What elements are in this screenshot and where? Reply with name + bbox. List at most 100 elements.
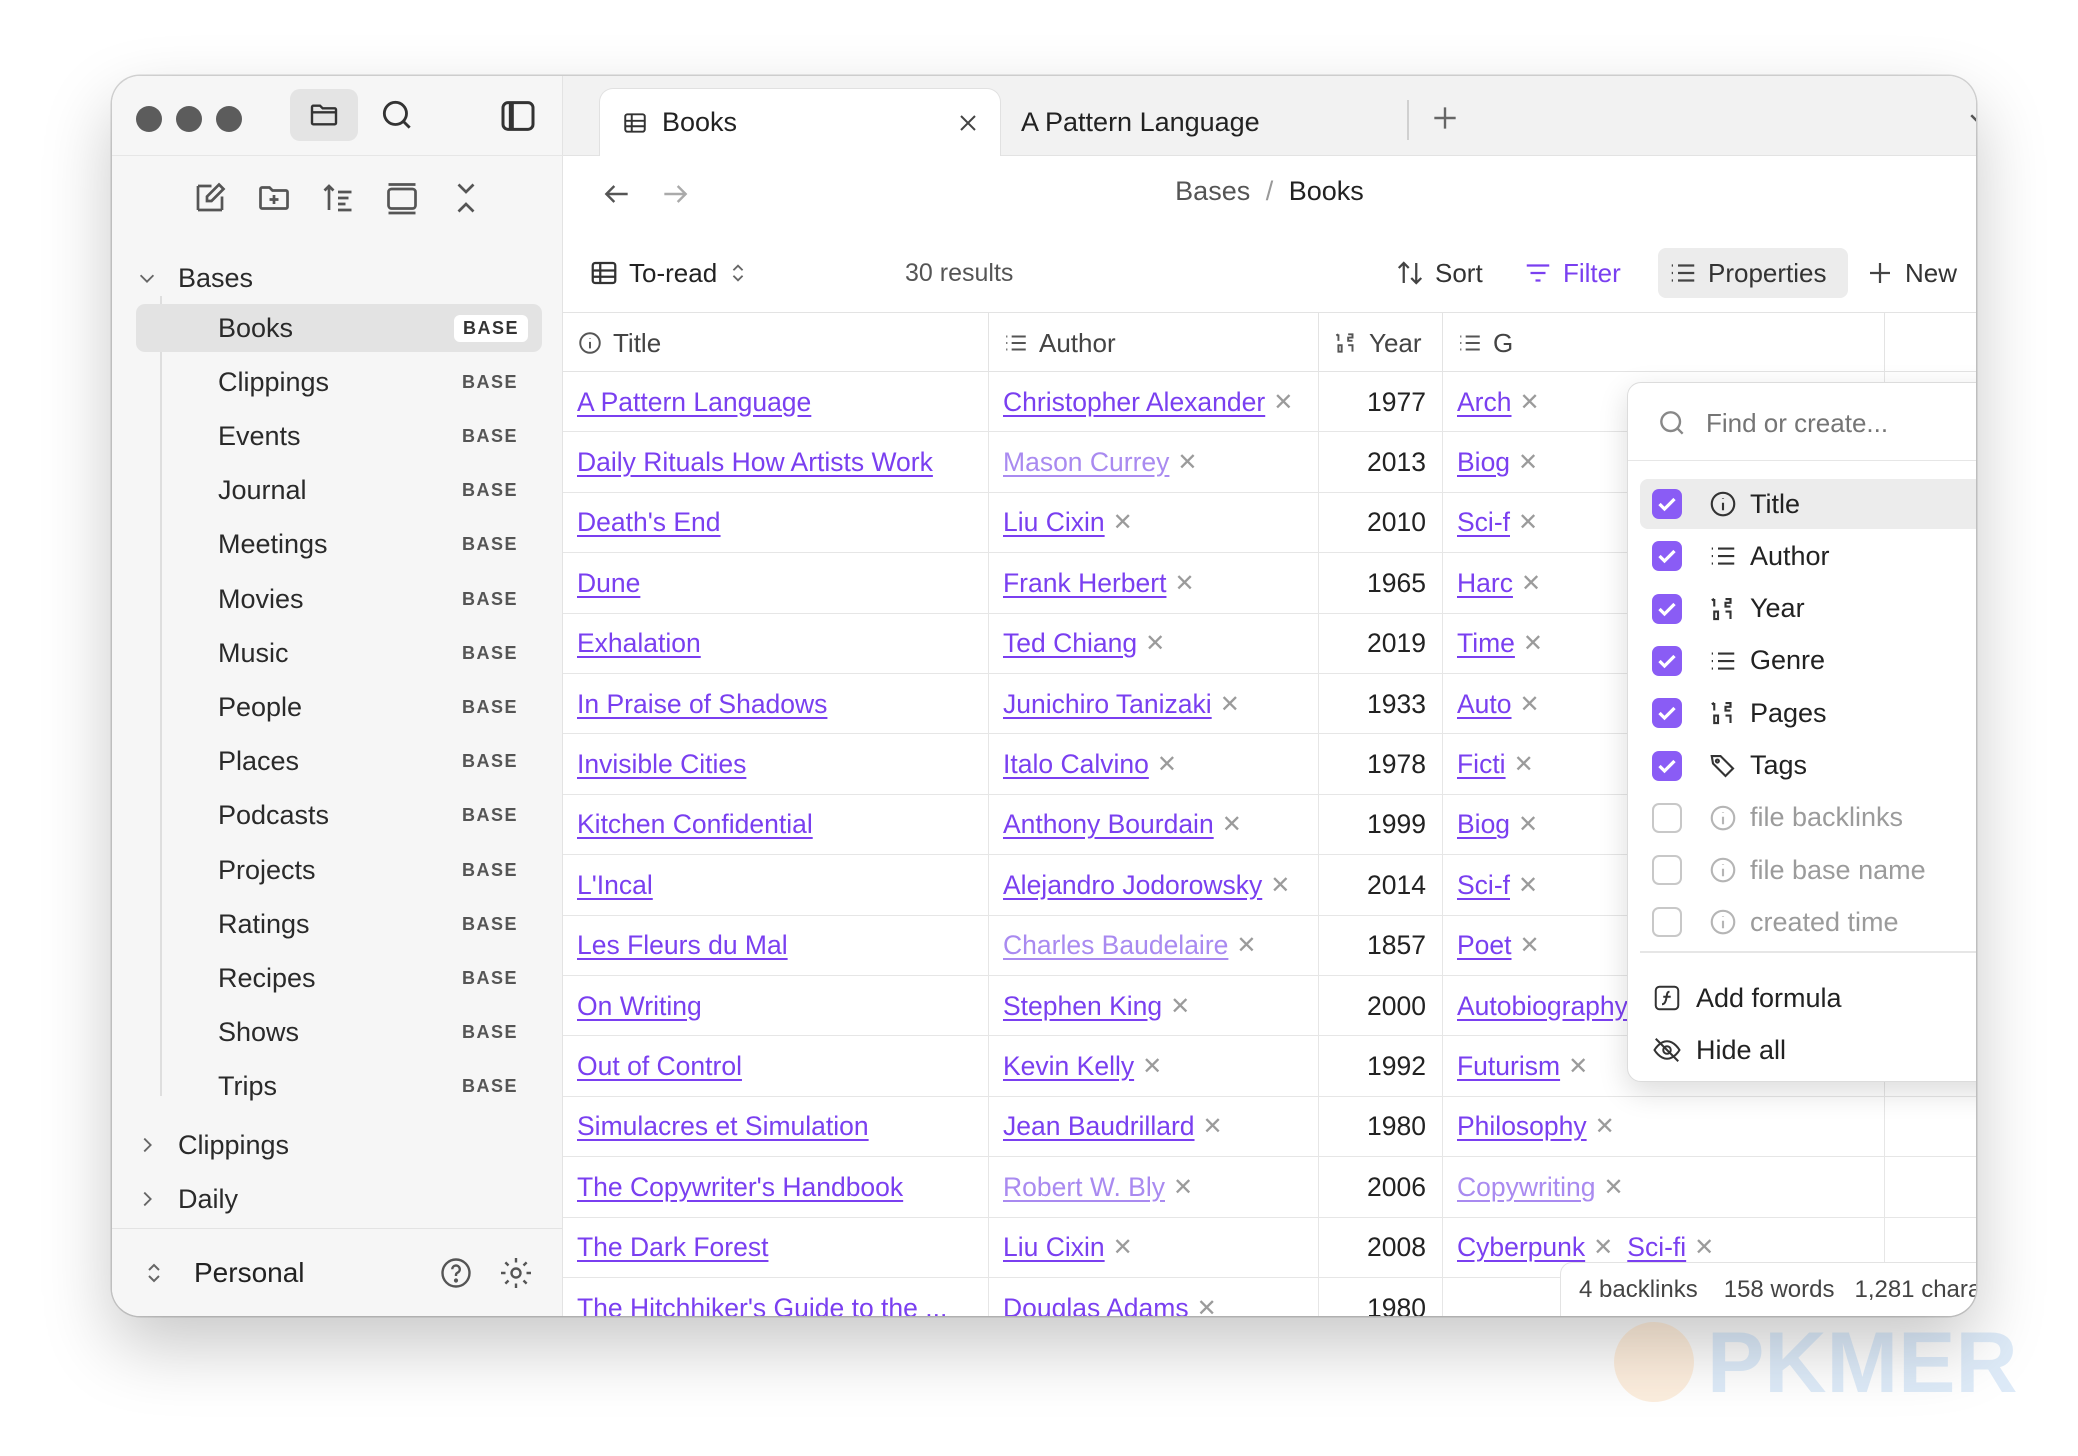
title-link[interactable]: The Copywriter's Handbook [577,1172,903,1203]
property-item-year[interactable]: Year [1640,584,1976,634]
remove-genre-icon[interactable]: ✕ [1694,1233,1714,1262]
properties-button[interactable]: Properties [1658,248,1848,298]
remove-author-icon[interactable]: ✕ [1197,1294,1217,1317]
author-link[interactable]: Ted Chiang [1003,628,1137,659]
sidebar-item-meetings[interactable]: Meetings BASE [136,521,542,569]
hide-all-item[interactable]: Hide all [1640,1025,1976,1075]
property-item-genre[interactable]: Genre [1640,636,1976,686]
close-icon[interactable] [956,111,980,135]
author-link[interactable]: Junichiro Tanizaki [1003,689,1212,720]
title-link[interactable]: The Dark Forest [577,1232,768,1263]
author-link[interactable]: Kevin Kelly [1003,1051,1134,1082]
new-button[interactable]: New [1865,248,1957,298]
remove-author-icon[interactable]: ✕ [1203,1112,1223,1141]
remove-genre-icon[interactable]: ✕ [1520,931,1540,960]
column-header-genre[interactable]: G [1443,313,1885,373]
genre-link[interactable]: Ficti [1457,749,1506,780]
author-link[interactable]: Robert W. Bly [1003,1172,1165,1203]
sort-button[interactable]: Sort [1395,248,1483,298]
breadcrumb-parent[interactable]: Bases [1175,176,1250,206]
remove-genre-icon[interactable]: ✕ [1518,871,1538,900]
remove-genre-icon[interactable]: ✕ [1595,1112,1615,1141]
new-note-icon[interactable] [192,180,228,216]
sidebar-item-journal[interactable]: Journal BASE [136,467,542,515]
sidebar-item-recipes[interactable]: Recipes BASE [136,954,542,1002]
property-item-tags[interactable]: Tags [1640,741,1976,791]
genre-link[interactable]: Biog [1457,447,1510,478]
remove-genre-icon[interactable]: ✕ [1514,750,1534,779]
title-link[interactable]: Exhalation [577,628,701,659]
collapse-sidebar-icon[interactable] [498,96,538,136]
column-header-pages[interactable]: ag [1885,313,1976,373]
genre-link[interactable]: Auto [1457,689,1512,720]
auto-reveal-icon[interactable] [384,180,420,216]
author-link[interactable]: Charles Baudelaire [1003,930,1228,961]
checkbox[interactable] [1652,750,1682,781]
sidebar-item-music[interactable]: Music BASE [136,629,542,677]
genre-link[interactable]: Sci-f [1457,870,1510,901]
genre-link[interactable]: Copywriting [1457,1172,1595,1203]
title-link[interactable]: Kitchen Confidential [577,809,813,840]
title-link[interactable]: In Praise of Shadows [577,689,827,720]
author-link[interactable]: Douglas Adams [1003,1293,1189,1317]
remove-genre-icon[interactable]: ✕ [1518,448,1538,477]
property-item-title[interactable]: Title [1640,479,1976,529]
sort-order-icon[interactable] [320,180,356,216]
author-link[interactable]: Frank Herbert [1003,568,1166,599]
checkbox[interactable] [1652,855,1682,886]
column-header-author[interactable]: Author [989,313,1319,373]
author-link[interactable]: Italo Calvino [1003,749,1149,780]
remove-author-icon[interactable]: ✕ [1170,992,1190,1021]
properties-search-input[interactable] [1706,401,1976,445]
file-explorer-icon[interactable] [290,89,358,141]
settings-gear-icon[interactable] [498,1255,534,1291]
remove-genre-icon[interactable]: ✕ [1593,1233,1613,1262]
author-link[interactable]: Anthony Bourdain [1003,809,1214,840]
property-item-created-time[interactable]: created time [1640,897,1976,947]
sidebar-item-podcasts[interactable]: Podcasts BASE [136,792,542,840]
remove-author-icon[interactable]: ✕ [1220,690,1240,719]
checkbox[interactable] [1652,645,1682,676]
remove-author-icon[interactable]: ✕ [1173,1173,1193,1202]
checkbox[interactable] [1652,698,1682,729]
add-formula-item[interactable]: Add formula [1640,973,1976,1023]
zoom-window-button[interactable] [216,106,242,132]
remove-author-icon[interactable]: ✕ [1270,871,1290,900]
sidebar-item-places[interactable]: Places BASE [136,738,542,786]
chevron-updown-icon[interactable] [142,1259,166,1287]
tab-a-pattern-language[interactable]: A Pattern Language [1021,88,1411,156]
minimize-window-button[interactable] [176,106,202,132]
sidebar-item-movies[interactable]: Movies BASE [136,575,542,623]
remove-author-icon[interactable]: ✕ [1113,508,1133,537]
genre-link[interactable]: Arch [1457,387,1512,418]
sidebar-item-projects[interactable]: Projects BASE [136,846,542,894]
checkbox[interactable] [1652,907,1682,938]
title-link[interactable]: On Writing [577,991,702,1022]
folder-clippings[interactable]: Clippings [136,1121,289,1169]
genre-link[interactable]: Biog [1457,809,1510,840]
folder-daily[interactable]: Daily [136,1175,238,1223]
genre-link[interactable]: Harc [1457,568,1513,599]
genre-link[interactable]: Cyberpunk [1457,1232,1585,1263]
search-icon[interactable] [378,96,416,134]
author-link[interactable]: Christopher Alexander [1003,387,1265,418]
breadcrumb-current[interactable]: Books [1289,176,1364,206]
sidebar-item-trips[interactable]: Trips BASE [136,1063,542,1111]
remove-genre-icon[interactable]: ✕ [1518,508,1538,537]
column-header-title[interactable]: Title [563,313,989,373]
new-tab-icon[interactable] [1429,102,1461,134]
remove-author-icon[interactable]: ✕ [1142,1052,1162,1081]
sidebar-item-clippings[interactable]: Clippings BASE [136,358,542,406]
title-link[interactable]: Daily Rituals How Artists Work [577,447,933,478]
author-link[interactable]: Liu Cixin [1003,1232,1105,1263]
title-link[interactable]: The Hitchhiker's Guide to the ... [577,1293,947,1317]
remove-author-icon[interactable]: ✕ [1177,448,1197,477]
remove-author-icon[interactable]: ✕ [1174,569,1194,598]
title-link[interactable]: L'Incal [577,870,653,901]
genre-link[interactable]: Sci-fi [1627,1232,1686,1263]
remove-genre-icon[interactable]: ✕ [1523,629,1543,658]
column-header-year[interactable]: Year [1319,313,1443,373]
checkbox[interactable] [1652,541,1682,572]
sidebar-item-ratings[interactable]: Ratings BASE [136,900,542,948]
help-icon[interactable] [438,1255,474,1291]
